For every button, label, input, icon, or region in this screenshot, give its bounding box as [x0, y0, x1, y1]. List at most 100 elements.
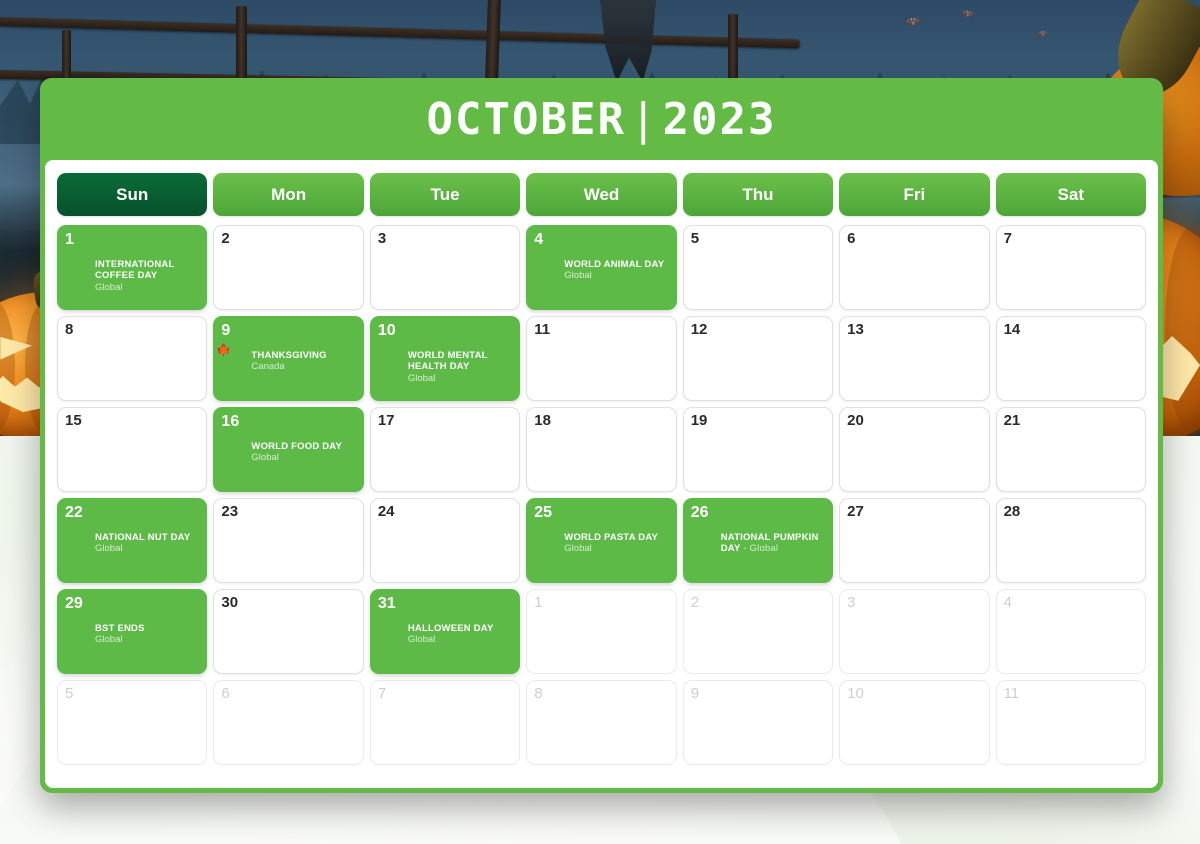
- day-cell[interactable]: 20: [839, 407, 990, 492]
- weekday-header-fri[interactable]: Fri: [839, 173, 990, 216]
- day-number: 10: [847, 685, 864, 702]
- day-cell[interactable]: 6: [839, 225, 990, 310]
- day-cell[interactable]: 17: [369, 407, 521, 492]
- globe-flags-icon: [380, 623, 401, 644]
- event-scope: Global: [407, 372, 436, 384]
- calendar-week-row: 29 BST ENDS Global 30 31 HALLOWEEN DAY Global 1…: [57, 589, 1146, 674]
- day-number: 6: [847, 230, 856, 247]
- calendar-week-row: 1 INTERNATIONAL COFFEE DAY Global 2 3 4 WORLD …: [57, 225, 1146, 310]
- event-name: INTERNATIONAL COFFEE DAY: [95, 258, 175, 282]
- day-number: 14: [1003, 321, 1021, 338]
- day-cell[interactable]: 24: [369, 498, 521, 583]
- weekday-header-row: Sun Mon Tue Wed Thu Fri Sat: [57, 173, 1146, 216]
- day-number: 8: [65, 321, 74, 338]
- event-scope: - Global: [740, 543, 779, 555]
- calendar-body: Sun Mon Tue Wed Thu Fri Sat 1 INTERNATIONAL COF…: [45, 160, 1158, 788]
- day-cell[interactable]: 27: [839, 498, 990, 583]
- day-cell[interactable]: 23: [213, 498, 364, 583]
- day-event[interactable]: INTERNATIONAL COFFEE DAY Global: [65, 258, 199, 294]
- day-cell[interactable]: 16 WORLD FOOD DAY Global: [213, 407, 364, 492]
- weekday-header-sat[interactable]: Sat: [995, 173, 1146, 216]
- day-event[interactable]: HALLOWEEN DAY Global: [378, 622, 512, 646]
- day-cell[interactable]: 19: [682, 407, 834, 492]
- day-event[interactable]: BST ENDS Global: [65, 622, 199, 646]
- day-cell[interactable]: 15: [57, 407, 208, 492]
- weekday-header-wed[interactable]: Wed: [526, 173, 677, 216]
- day-cell[interactable]: 11: [526, 316, 677, 401]
- day-cell[interactable]: 11: [995, 680, 1146, 765]
- day-event[interactable]: WORLD FOOD DAY Global: [221, 440, 355, 464]
- day-number: 27: [847, 503, 864, 520]
- weekday-header-tue[interactable]: Tue: [369, 173, 521, 216]
- event-scope: Global: [95, 543, 123, 555]
- calendar-week-row: 22 NATIONAL NUT DAY Global 23 24 25 WORLD PAST…: [57, 498, 1146, 583]
- day-cell[interactable]: 30: [213, 589, 364, 674]
- day-number: 30: [221, 594, 239, 611]
- calendar-panel: OCTOBER|2023 Sun Mon Tue Wed Thu Fri Sat 1 INTE…: [40, 78, 1163, 793]
- globe-flags-icon: [693, 532, 714, 553]
- day-cell[interactable]: 10 WORLD MENTAL HEALTH DAY Global: [369, 316, 521, 401]
- day-event[interactable]: 🍁 THANKSGIVINGCanada: [216, 344, 355, 373]
- day-cell[interactable]: 25 WORLD PASTA DAY Global: [526, 498, 677, 583]
- day-cell[interactable]: 13: [839, 316, 990, 401]
- event-text: BST ENDS Global: [95, 622, 145, 646]
- calendar-week-row: 15 16 WORLD FOOD DAY Global 17 18 19 20 21: [57, 407, 1146, 492]
- day-cell[interactable]: 12: [682, 316, 834, 401]
- weekday-header-mon[interactable]: Mon: [213, 173, 364, 216]
- day-cell[interactable]: 10: [839, 680, 990, 765]
- day-event[interactable]: NATIONAL NUT DAY Global: [65, 531, 199, 555]
- day-cell[interactable]: 18: [526, 407, 677, 492]
- event-text: NATIONAL PUMPKIN DAY - Global: [721, 531, 825, 555]
- day-cell[interactable]: 4 WORLD ANIMAL DAY Global: [526, 225, 677, 310]
- globe-flags-icon: [380, 350, 401, 371]
- day-cell[interactable]: 26 NATIONAL PUMPKIN DAY - Global: [682, 498, 834, 583]
- day-cell[interactable]: 7: [369, 680, 521, 765]
- calendar-grid: 1 INTERNATIONAL COFFEE DAY Global 2 3 4 WORLD …: [57, 225, 1146, 765]
- day-cell[interactable]: 9: [682, 680, 834, 765]
- day-number: 10: [377, 322, 396, 339]
- day-number: 2: [690, 594, 700, 611]
- day-cell[interactable]: 28: [995, 498, 1146, 583]
- day-number: 6: [221, 685, 230, 702]
- day-cell[interactable]: 8: [57, 316, 208, 401]
- event-text: WORLD ANIMAL DAY Global: [564, 258, 664, 282]
- day-number: 9: [690, 685, 700, 702]
- event-name: HALLOWEEN DAY: [407, 622, 494, 634]
- day-event[interactable]: WORLD ANIMAL DAY Global: [534, 258, 668, 282]
- day-event[interactable]: WORLD MENTAL HEALTH DAY Global: [378, 349, 512, 385]
- weekday-header-thu[interactable]: Thu: [682, 173, 834, 216]
- day-cell[interactable]: 21: [995, 407, 1146, 492]
- canada-flag-icon: 🍁: [216, 344, 244, 371]
- day-event[interactable]: NATIONAL PUMPKIN DAY - Global: [691, 531, 825, 555]
- day-cell[interactable]: 7: [995, 225, 1146, 310]
- day-cell[interactable]: 6: [213, 680, 364, 765]
- event-name: WORLD ANIMAL DAY: [564, 258, 665, 270]
- day-cell[interactable]: 22 NATIONAL NUT DAY Global: [57, 498, 208, 583]
- day-cell[interactable]: 9 🍁 THANKSGIVINGCanada: [213, 316, 364, 401]
- day-cell[interactable]: 29 BST ENDS Global: [57, 589, 208, 674]
- day-number: 23: [221, 503, 239, 520]
- day-event[interactable]: WORLD PASTA DAY Global: [534, 531, 668, 555]
- day-number: 5: [690, 230, 700, 247]
- weekday-header-sun[interactable]: Sun: [57, 173, 208, 216]
- day-cell[interactable]: 3: [369, 225, 521, 310]
- day-cell[interactable]: 1: [526, 589, 677, 674]
- event-text: WORLD PASTA DAY Global: [564, 531, 658, 555]
- day-cell[interactable]: 2: [213, 225, 364, 310]
- day-cell[interactable]: 4: [995, 589, 1146, 674]
- day-cell[interactable]: 31 HALLOWEEN DAY Global: [369, 589, 521, 674]
- day-number: 11: [1003, 685, 1020, 702]
- day-number: 19: [690, 412, 708, 429]
- day-cell[interactable]: 1 INTERNATIONAL COFFEE DAY Global: [57, 225, 208, 310]
- day-cell[interactable]: 8: [526, 680, 677, 765]
- day-number: 3: [847, 594, 856, 611]
- globe-flags-icon: [223, 441, 244, 462]
- day-cell[interactable]: 5: [682, 225, 834, 310]
- day-number: 25: [534, 504, 553, 521]
- day-cell[interactable]: 2: [682, 589, 834, 674]
- day-cell[interactable]: 3: [839, 589, 990, 674]
- day-number: 24: [377, 503, 395, 520]
- day-cell[interactable]: 14: [995, 316, 1146, 401]
- day-cell[interactable]: 5: [57, 680, 208, 765]
- event-name: WORLD MENTAL HEALTH DAY: [407, 349, 488, 373]
